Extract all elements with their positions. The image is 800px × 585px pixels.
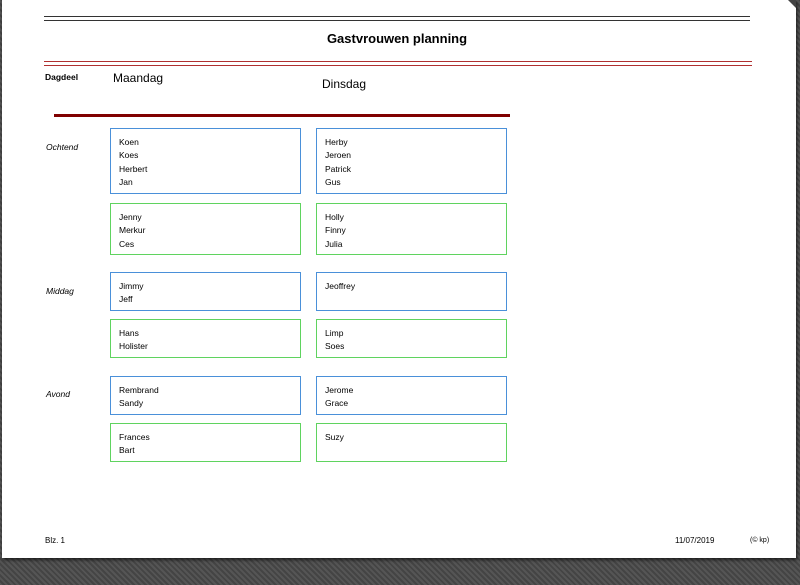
host-name: Herby (325, 137, 348, 147)
page-corner (788, 0, 796, 8)
host-name: Jenny (119, 212, 142, 222)
assignment-box: Jeoffrey (316, 272, 507, 311)
host-name: Bart (119, 445, 135, 456)
host-name: Koen (119, 137, 139, 147)
host-name: Grace (325, 398, 349, 409)
assignment-box: Jimmy Jeff (110, 272, 301, 311)
day-header-maandag: Maandag (113, 71, 164, 85)
host-name: Suzy (325, 432, 344, 442)
assignment-box: Suzy (316, 423, 507, 462)
assignment-box: Herby Jeroen Patrick Gus (316, 128, 507, 194)
assignment-box: Limp Soes (316, 319, 507, 358)
row-label-header: Dagdeel (45, 72, 79, 82)
assignment-box: Holly Finny Julia (316, 203, 507, 255)
host-name: Soes (325, 341, 345, 352)
assignment-box: Jerome Grace (316, 376, 507, 415)
host-name: Gus (325, 176, 341, 187)
day-header-dinsdag: Dinsdag (322, 77, 367, 91)
host-name: Jeoffrey (325, 281, 356, 291)
assignment-box: Jenny Merkur Ces (110, 203, 301, 255)
assignment-box: Frances Bart (110, 423, 301, 462)
host-name: Finny (325, 225, 346, 236)
host-name: Jeroen (325, 150, 351, 161)
host-name: Jimmy (119, 281, 144, 291)
page-number: Blz. 1 (45, 536, 66, 545)
assignment-box: Rembrand Sandy (110, 376, 301, 415)
host-name: Rembrand (119, 385, 159, 395)
print-date: 11/07/2019 (675, 536, 715, 545)
host-name: Ces (119, 238, 135, 249)
day-header-divider (54, 114, 510, 117)
host-name: Jeff (119, 294, 133, 305)
slot-label-ochtend: Ochtend (46, 142, 79, 152)
document-page: Gastvrouwen planning Dagdeel Maandag Din… (2, 0, 796, 558)
copyright-note: (© kp) (750, 537, 770, 544)
host-name: Jerome (325, 385, 354, 395)
host-name: Koes (119, 150, 139, 161)
slot-label-middag: Middag (46, 286, 74, 296)
assignment-box: Koen Koes Herbert Jan (110, 128, 301, 194)
host-name: Julia (325, 238, 343, 249)
host-name: Patrick (325, 163, 351, 174)
host-name: Herbert (119, 163, 148, 174)
host-name: Hans (119, 328, 139, 338)
header-rule-red-1 (44, 61, 752, 62)
header-rule-red-2 (44, 65, 752, 66)
page-title: Gastvrouwen planning (326, 31, 468, 46)
assignment-box: Hans Holister (110, 319, 301, 358)
header-rule-top-2 (44, 20, 750, 21)
host-name: Holister (119, 341, 148, 352)
host-name: Limp (325, 328, 344, 338)
host-name: Sandy (119, 398, 144, 409)
header-rule-top-1 (44, 16, 750, 17)
host-name: Holly (325, 212, 344, 222)
host-name: Frances (119, 432, 150, 442)
host-name: Merkur (119, 225, 146, 236)
host-name: Jan (119, 176, 133, 187)
slot-label-avond: Avond (46, 389, 70, 399)
